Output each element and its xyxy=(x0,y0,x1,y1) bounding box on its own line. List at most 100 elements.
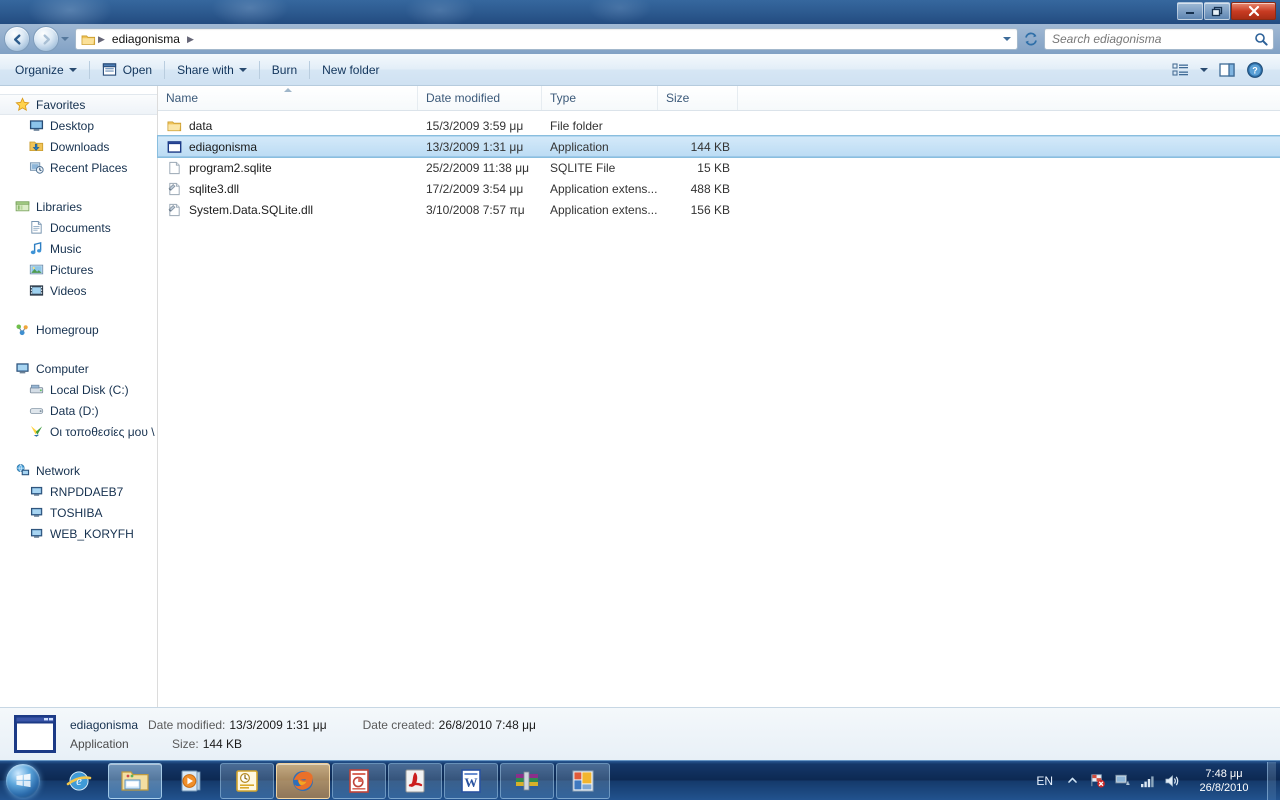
tray-language-indicator[interactable]: EN xyxy=(1033,774,1056,788)
my-places-icon xyxy=(28,424,44,440)
burn-button[interactable]: Burn xyxy=(263,58,306,82)
taskbar-app-winrar[interactable] xyxy=(500,762,554,799)
column-header-name[interactable]: Name xyxy=(158,86,418,110)
signal-strength-icon[interactable] xyxy=(1138,772,1156,790)
minimize-button[interactable] xyxy=(1177,2,1203,20)
taskbar-clock[interactable]: 7:48 μμ 26/8/2010 xyxy=(1188,767,1260,795)
forward-button[interactable] xyxy=(33,26,59,52)
toolbar-separator xyxy=(309,60,311,79)
sidebar-label: Pictures xyxy=(50,262,94,277)
system-tray: EN 7:48 μμ 26/8/2010 xyxy=(1033,761,1280,800)
breadcrumb-item-ediagonisma[interactable]: ediagonisma xyxy=(107,32,185,46)
sidebar-item-computer[interactable]: Computer xyxy=(0,358,157,379)
cell-name: program2.sqlite xyxy=(158,160,418,176)
sidebar-item-local-disk-c[interactable]: Local Disk (C:) xyxy=(0,379,157,400)
help-button[interactable]: ? xyxy=(1242,58,1268,82)
back-button[interactable] xyxy=(4,26,30,52)
address-dropdown-button[interactable] xyxy=(999,37,1015,41)
table-row[interactable]: ediagonisma 13/3/2009 1:31 μμ Applicatio… xyxy=(157,135,1280,158)
table-row[interactable]: sqlite3.dll 17/2/2009 3:54 μμ Applicatio… xyxy=(158,178,1280,199)
column-header-date-modified[interactable]: Date modified xyxy=(418,86,542,110)
details-text: ediagonisma Date modified: 13/3/2009 1:3… xyxy=(70,714,536,754)
svg-text:W: W xyxy=(465,775,478,790)
breadcrumb-separator-icon[interactable]: ▶ xyxy=(185,34,196,45)
sort-ascending-icon xyxy=(283,88,292,92)
details-date-modified-label: Date modified: xyxy=(148,717,226,732)
address-bar[interactable]: ▶ ediagonisma ▶ xyxy=(75,28,1018,50)
folder-icon xyxy=(80,31,96,47)
sidebar-item-toshiba[interactable]: TOSHIBA xyxy=(0,502,157,523)
taskbar-app-windows-media-player[interactable] xyxy=(164,763,218,799)
organize-button[interactable]: Organize xyxy=(6,58,86,82)
nav-group-computer: Computer Local Disk (C:) Data (D:) Οι το… xyxy=(0,358,157,442)
navigation-pane[interactable]: Favorites Desktop Downloads Recent Place… xyxy=(0,86,158,707)
sidebar-label: Documents xyxy=(50,220,111,235)
details-application-icon xyxy=(14,715,56,753)
sidebar-item-data-d[interactable]: Data (D:) xyxy=(0,400,157,421)
sidebar-item-videos[interactable]: Videos xyxy=(0,280,157,301)
sidebar-item-desktop[interactable]: Desktop xyxy=(0,115,157,136)
change-view-dropdown[interactable] xyxy=(1196,58,1212,82)
sidebar-item-music[interactable]: Music xyxy=(0,238,157,259)
new-folder-button[interactable]: New folder xyxy=(313,58,388,82)
file-list-pane[interactable]: Name Date modified Type Size data 15/3/2… xyxy=(157,86,1280,707)
refresh-button[interactable] xyxy=(1020,28,1042,50)
sidebar-item-documents[interactable]: Documents xyxy=(0,217,157,238)
details-line-1: ediagonisma Date modified: 13/3/2009 1:3… xyxy=(70,715,536,734)
nav-group-network: Network RNPDDAEB7 TOSHIBA WEB_KORYFH xyxy=(0,460,157,544)
sidebar-item-libraries[interactable]: Libraries xyxy=(0,196,157,217)
sidebar-item-recent-places[interactable]: Recent Places xyxy=(0,157,157,178)
volume-icon[interactable] xyxy=(1163,772,1181,790)
show-desktop-button[interactable] xyxy=(1267,761,1276,800)
taskbar-app-adobe-reader[interactable] xyxy=(388,762,442,799)
file-name: program2.sqlite xyxy=(189,160,272,175)
table-row[interactable]: System.Data.SQLite.dll 3/10/2008 7:57 πμ… xyxy=(158,199,1280,220)
taskbar-app-word[interactable]: W xyxy=(444,762,498,799)
close-button[interactable] xyxy=(1231,2,1276,20)
sidebar-item-homegroup[interactable]: Homegroup xyxy=(0,319,157,340)
sidebar-label: Network xyxy=(36,463,81,478)
taskbar-app-windows-explorer[interactable] xyxy=(108,762,162,799)
action-center-flag-icon[interactable] xyxy=(1088,772,1106,790)
search-icon xyxy=(1253,31,1269,47)
clock-date: 26/8/2010 xyxy=(1199,781,1249,794)
restore-button[interactable] xyxy=(1204,2,1230,20)
dll-icon xyxy=(166,181,182,197)
toolbar-right-group: ? xyxy=(1168,58,1274,82)
share-with-button[interactable]: Share with xyxy=(168,58,256,82)
sidebar-item-my-places[interactable]: Οι τοποθεσίες μου \ xyxy=(0,421,157,442)
taskbar-app-firefox[interactable] xyxy=(276,762,330,799)
table-row[interactable]: program2.sqlite 25/2/2009 11:38 μμ SQLIT… xyxy=(158,157,1280,178)
sidebar-item-downloads[interactable]: Downloads xyxy=(0,136,157,157)
sidebar-item-pictures[interactable]: Pictures xyxy=(0,259,157,280)
open-button[interactable]: Open xyxy=(93,58,161,82)
taskbar-app-outlook[interactable] xyxy=(220,762,274,799)
details-size-label: Size: xyxy=(172,736,199,751)
cell-name: ediagonisma xyxy=(158,139,418,155)
nav-group-homegroup: Homegroup xyxy=(0,319,157,340)
sidebar-item-favorites[interactable]: Favorites xyxy=(0,94,157,115)
details-size-value: 144 KB xyxy=(202,736,243,751)
taskbar-app-internet-explorer[interactable]: e xyxy=(52,763,106,799)
preview-pane-button[interactable] xyxy=(1214,58,1240,82)
sidebar-item-rnpddaeb7[interactable]: RNPDDAEB7 xyxy=(0,481,157,502)
file-name: System.Data.SQLite.dll xyxy=(189,202,314,217)
sidebar-item-network[interactable]: Network xyxy=(0,460,157,481)
computer-network-icon xyxy=(28,484,44,500)
cell-name: data xyxy=(158,118,418,134)
taskbar-app-colorful-app[interactable] xyxy=(556,762,610,799)
column-header-size[interactable]: Size xyxy=(658,86,738,110)
sidebar-item-web-koryfh[interactable]: WEB_KORYFH xyxy=(0,523,157,544)
start-button[interactable] xyxy=(0,762,46,800)
recent-pages-dropdown[interactable] xyxy=(59,37,71,41)
show-hidden-icons-button[interactable] xyxy=(1063,772,1081,790)
table-row[interactable]: data 15/3/2009 3:59 μμ File folder xyxy=(158,115,1280,136)
file-name: ediagonisma xyxy=(189,139,258,154)
search-input[interactable]: Search ediagonisma xyxy=(1044,28,1274,50)
taskbar-app-powerpoint[interactable] xyxy=(332,762,386,799)
change-view-button[interactable] xyxy=(1168,58,1194,82)
column-header-type[interactable]: Type xyxy=(542,86,658,110)
network-tray-icon[interactable] xyxy=(1113,772,1131,790)
libraries-icon xyxy=(14,199,30,215)
